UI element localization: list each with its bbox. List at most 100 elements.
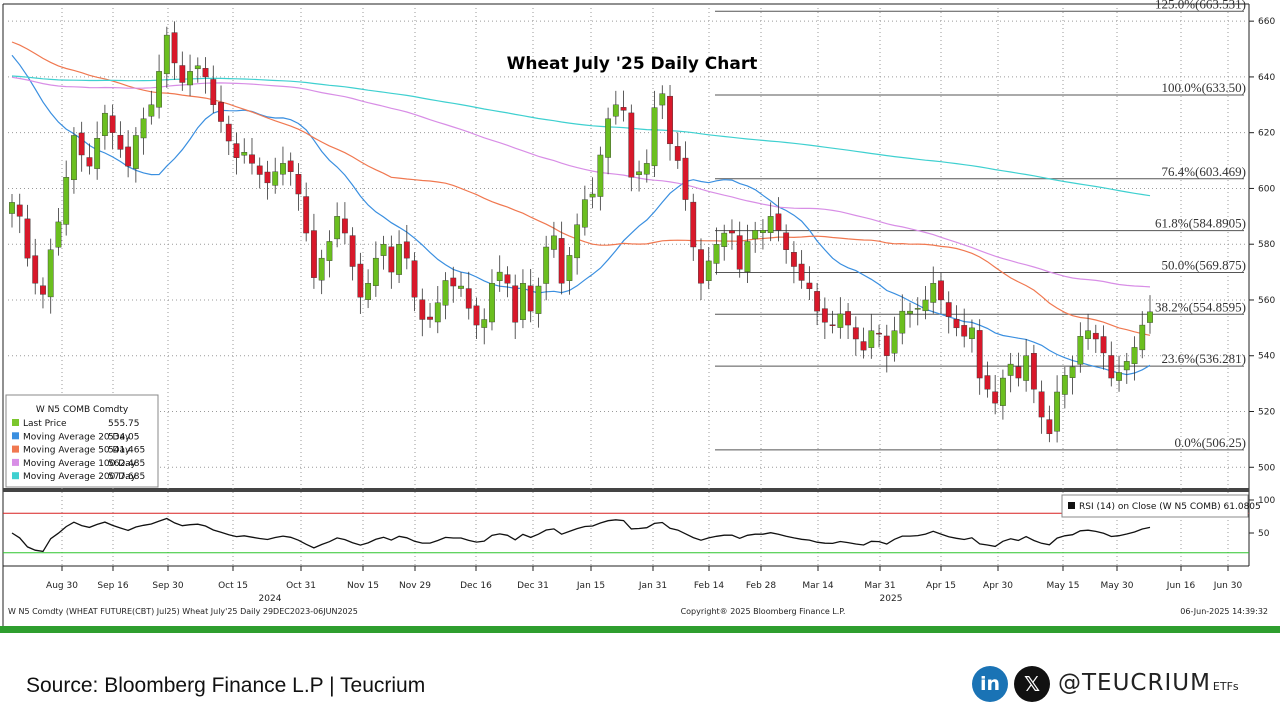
x-tick-label: Feb 28 [746, 581, 777, 591]
candle-body [930, 283, 937, 303]
candle-body [349, 235, 356, 267]
candle-body [365, 283, 372, 300]
x-tick-label: May 15 [1047, 581, 1080, 591]
fib-label: 100.0%(633.50) [1162, 80, 1247, 95]
linkedin-icon[interactable]: in [972, 666, 1008, 702]
legend-entry-value: 577.685 [108, 472, 145, 482]
y-tick-label: 580 [1258, 240, 1275, 250]
x-tick-label: Mar 31 [864, 581, 895, 591]
legend-entry-name: Last Price [23, 419, 67, 429]
candle-body [891, 330, 898, 354]
candle-body [736, 235, 743, 270]
candle-body [667, 95, 673, 145]
x-tick-label: Nov 15 [347, 581, 379, 591]
candle-body [109, 115, 116, 133]
candle-body [1108, 355, 1115, 379]
candle-body [581, 199, 588, 228]
candle-body [721, 232, 728, 247]
candle-body [434, 302, 441, 323]
candle-body [659, 93, 666, 106]
fib-label: 61.8%(584.8905) [1155, 216, 1246, 231]
candle-body [628, 112, 635, 178]
candle-body [450, 277, 457, 287]
candle-body [303, 196, 310, 234]
candle-body [1054, 391, 1061, 432]
candle-body [829, 324, 836, 326]
candle-body [636, 171, 642, 175]
candle-body [341, 218, 348, 234]
candle-body [94, 138, 101, 169]
legend-swatch [12, 445, 19, 453]
legend-swatch [12, 419, 19, 426]
candle-body [16, 204, 23, 217]
candle-body [171, 32, 178, 64]
y-tick-label: 500 [1258, 463, 1275, 473]
candle-body [280, 163, 286, 175]
x-tick-label: Jun 30 [1213, 581, 1243, 591]
x-tick-label: Feb 14 [694, 581, 725, 591]
candle-body [132, 135, 139, 169]
candle-body [1038, 391, 1045, 418]
fib-label: 23.6%(536.281) [1162, 351, 1247, 366]
candle-body [674, 146, 681, 161]
candle-body [1123, 361, 1130, 371]
candle-body [953, 319, 960, 329]
candle-body [47, 249, 54, 298]
candle-body [419, 299, 426, 320]
candle-body [326, 241, 333, 261]
x-tick-label: Apr 15 [926, 581, 956, 591]
candle-body [458, 285, 464, 289]
candle-body [1092, 332, 1099, 340]
x-icon[interactable]: 𝕏 [1014, 666, 1050, 702]
candle-body [814, 291, 821, 312]
candle-body [899, 310, 906, 334]
candle-body [1131, 347, 1138, 365]
candle-body [767, 216, 774, 233]
candle-body [481, 319, 488, 328]
candle-body [71, 135, 77, 181]
candle-body [1069, 366, 1076, 378]
candle-body [218, 102, 224, 122]
rsi-legend: RSI (14) on Close (W N5 COMB) 61.0805 [1061, 494, 1261, 518]
candle-body [1015, 366, 1022, 379]
candle-body [163, 34, 170, 75]
candle-body [504, 274, 511, 284]
x-tick-label: Oct 15 [218, 581, 248, 591]
y-tick-label: 560 [1258, 296, 1275, 306]
candle-body [1007, 363, 1014, 376]
candle-body [1061, 375, 1068, 395]
candle-body [496, 271, 503, 281]
candle-body [427, 316, 433, 320]
fib-label: 50.0%(569.875) [1162, 257, 1247, 272]
candle-body [233, 143, 240, 158]
candle-body [643, 163, 650, 175]
candle-body [1000, 377, 1006, 406]
legend-entry-value: 534.05 [108, 432, 140, 442]
candle-body [24, 218, 31, 259]
candle-body [806, 282, 813, 290]
price-chart: 125.0%(663.531) 100.0%(633.50) 76.4%(603.4… [0, 0, 1280, 636]
candle-body [790, 252, 797, 267]
candle-body [473, 305, 480, 326]
candle-body [969, 327, 975, 339]
legend-entry-value: 562.485 [108, 459, 145, 469]
legend-swatch [12, 432, 19, 440]
legend-entry-value: 541.465 [108, 446, 145, 456]
legend-header: W N5 COMB Comdty [36, 405, 129, 415]
candle-body [550, 235, 557, 250]
rsi-swatch [1068, 502, 1075, 509]
candle-body [264, 171, 271, 184]
candle-body [558, 238, 565, 284]
candle-body [295, 174, 302, 195]
candle-body [914, 308, 921, 310]
candle-body [798, 263, 805, 281]
candle-body [272, 171, 279, 186]
candle-body [938, 280, 944, 301]
candle-body [117, 134, 124, 150]
candle-body [411, 260, 418, 298]
candle-body [380, 244, 387, 256]
candle-body [334, 216, 341, 240]
y-tick-label: 540 [1258, 352, 1275, 362]
candle-body [597, 154, 604, 197]
candle-body [821, 308, 828, 323]
